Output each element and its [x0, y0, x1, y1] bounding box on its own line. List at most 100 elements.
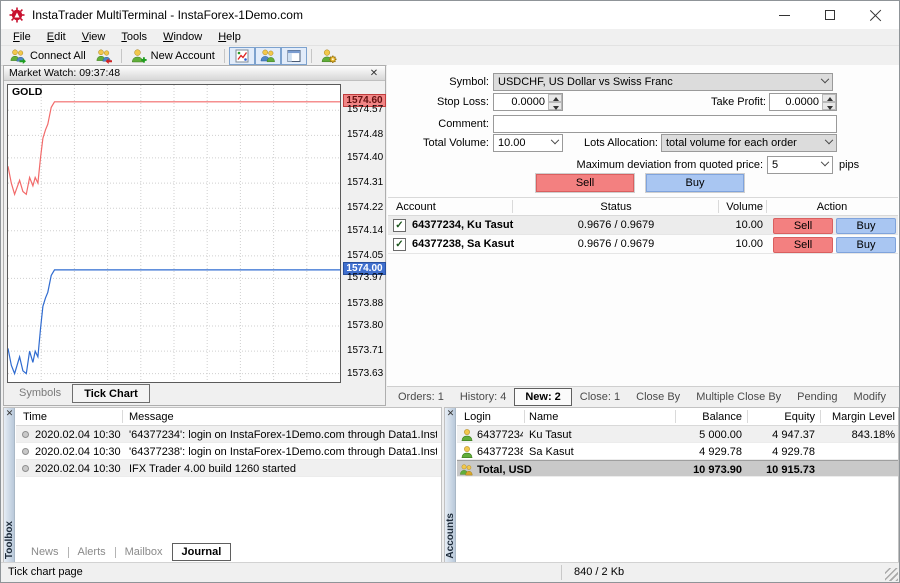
new-account-button[interactable]: New Account: [126, 47, 220, 65]
deviation-select[interactable]: 5: [767, 156, 833, 174]
tab-modify[interactable]: Modify: [846, 389, 894, 405]
title-bar: InstaTrader MultiTerminal - InstaForex-1…: [1, 1, 899, 29]
order-volume: 10.00: [719, 238, 763, 250]
menu-view[interactable]: View: [74, 30, 114, 44]
y-tick-label: 1573.63: [347, 368, 383, 379]
symbol-value: USDCHF, US Dollar vs Swiss Franc: [498, 76, 818, 88]
col-balance: Balance: [676, 411, 742, 423]
market-watch-title: Market Watch: 09:37:48: [9, 67, 120, 79]
order-row[interactable]: ✓ 64377234, Ku Tasut 0.9676 / 0.9679 10.…: [388, 216, 898, 235]
order-volume: 10.00: [719, 219, 763, 231]
disconnect-all-icon: [96, 48, 112, 64]
take-profit-label: Take Profit:: [671, 96, 766, 108]
market-watch-close-button[interactable]: ✕: [368, 68, 380, 79]
account-row[interactable]: 64377238 Sa Kasut 4 929.78 4 929.78: [457, 443, 898, 460]
stop-loss-down-button[interactable]: [548, 102, 562, 110]
comment-label: Comment:: [387, 118, 489, 130]
options-button[interactable]: [316, 47, 342, 65]
tab-alerts[interactable]: Alerts: [69, 544, 115, 560]
toolbox-icon: [286, 48, 302, 64]
journal-row[interactable]: 2020.02.04 10:30:3... IFX Trader 4.00 bu…: [16, 460, 441, 477]
tab-pending[interactable]: Pending: [789, 389, 845, 405]
status-bar: Tick chart page 840 / 2 Kb: [1, 562, 899, 582]
journal-header: Time Message: [16, 408, 441, 426]
menu-file[interactable]: File: [5, 30, 39, 44]
take-profit-down-button[interactable]: [822, 102, 836, 110]
tick-chart-svg: [8, 85, 340, 382]
tab-close-by[interactable]: Close By: [628, 389, 688, 405]
col-message: Message: [129, 411, 174, 423]
menu-tools[interactable]: Tools: [113, 30, 155, 44]
journal-message: '64377238': login on InstaForex-1Demo.co…: [129, 446, 437, 458]
close-button[interactable]: [853, 1, 899, 29]
tab-symbols[interactable]: Symbols: [8, 384, 72, 403]
resize-grip[interactable]: [885, 568, 898, 581]
minimize-icon: [779, 15, 790, 16]
row-buy-button[interactable]: Buy: [836, 237, 896, 253]
status-traffic: 840 / 2 Kb: [574, 566, 624, 578]
lots-allocation-select[interactable]: total volume for each order: [661, 134, 837, 152]
row-buy-button[interactable]: Buy: [836, 218, 896, 234]
deviation-value: 5: [772, 159, 818, 171]
chevron-down-icon: [825, 136, 833, 144]
take-profit-input[interactable]: 0.0000: [769, 93, 837, 111]
journal-message: IFX Trader 4.00 build 1260 started: [129, 463, 437, 475]
tab-news[interactable]: News: [22, 544, 68, 560]
account-checkbox[interactable]: ✓: [393, 238, 406, 251]
journal-bullet-icon: [22, 431, 29, 438]
comment-input[interactable]: [493, 115, 837, 133]
tab-multiple-close-by[interactable]: Multiple Close By: [688, 389, 789, 405]
symbol-select[interactable]: USDCHF, US Dollar vs Swiss Franc: [493, 73, 833, 91]
row-sell-button[interactable]: Sell: [773, 218, 833, 234]
accounts-panel: ✕ Accounts Login Name Balance Equity Mar…: [444, 407, 899, 564]
tab-tick-chart[interactable]: Tick Chart: [72, 384, 150, 403]
order-row[interactable]: ✓ 64377238, Sa Kasut 0.9676 / 0.9679 10.…: [388, 235, 898, 254]
journal-row[interactable]: 2020.02.04 10:30:4... '64377238': login …: [16, 443, 441, 460]
tab-mailbox[interactable]: Mailbox: [116, 544, 172, 560]
col-status: Status: [513, 201, 719, 213]
account-checkbox[interactable]: ✓: [393, 219, 406, 232]
order-account: 64377238, Sa Kasut: [412, 238, 514, 250]
tab-history[interactable]: History: 4: [452, 389, 514, 405]
minimize-button[interactable]: [761, 1, 807, 29]
toolbox-close-button[interactable]: ✕: [4, 408, 15, 420]
tab-journal[interactable]: Journal: [172, 543, 232, 561]
deviation-unit-label: pips: [839, 159, 869, 171]
y-tick-label: 1573.88: [347, 298, 383, 309]
tab-close[interactable]: Close: 1: [572, 389, 628, 405]
sell-button[interactable]: Sell: [536, 174, 634, 192]
account-name: Ku Tasut: [529, 429, 669, 441]
tab-orders[interactable]: Orders: 1: [390, 389, 452, 405]
journal-bullet-icon: [22, 448, 29, 455]
row-sell-button[interactable]: Sell: [773, 237, 833, 253]
menu-edit[interactable]: Edit: [39, 30, 74, 44]
tab-new[interactable]: New: 2: [514, 388, 571, 406]
menu-window[interactable]: Window: [155, 30, 210, 44]
buy-button[interactable]: Buy: [646, 174, 744, 192]
accounts-total-row: Total, USD 10 973.90 10 915.73: [457, 460, 898, 477]
disconnect-all-button[interactable]: [91, 47, 117, 65]
y-tick-label: 1574.31: [347, 177, 383, 188]
accounts-close-button[interactable]: ✕: [445, 408, 456, 420]
orders-table-header: Account Status Volume Action: [388, 197, 898, 216]
toggle-market-watch-button[interactable]: [229, 47, 255, 65]
journal-row[interactable]: 2020.02.04 10:30:4... '64377234': login …: [16, 426, 441, 443]
stop-loss-up-button[interactable]: [548, 94, 562, 102]
tab-delete[interactable]: Delete: [894, 389, 900, 405]
toolbar: Connect All New Account: [1, 46, 899, 66]
accounts-total-icon: [459, 463, 474, 477]
chevron-down-icon: [821, 158, 829, 166]
toggle-accounts-button[interactable]: [255, 47, 281, 65]
menu-help[interactable]: Help: [210, 30, 249, 44]
toggle-toolbox-button[interactable]: [281, 47, 307, 65]
stop-loss-input[interactable]: 0.0000: [493, 93, 563, 111]
account-row[interactable]: 64377234 Ku Tasut 5 000.00 4 947.37 843.…: [457, 426, 898, 443]
account-login: 64377234: [477, 429, 523, 441]
connect-all-button[interactable]: Connect All: [5, 47, 91, 65]
journal-time: 2020.02.04 10:30:3...: [35, 463, 121, 475]
maximize-button[interactable]: [807, 1, 853, 29]
new-account-icon: [131, 48, 147, 64]
order-account: 64377234, Ku Tasut: [412, 219, 513, 231]
account-user-icon: [460, 428, 474, 442]
take-profit-up-button[interactable]: [822, 94, 836, 102]
